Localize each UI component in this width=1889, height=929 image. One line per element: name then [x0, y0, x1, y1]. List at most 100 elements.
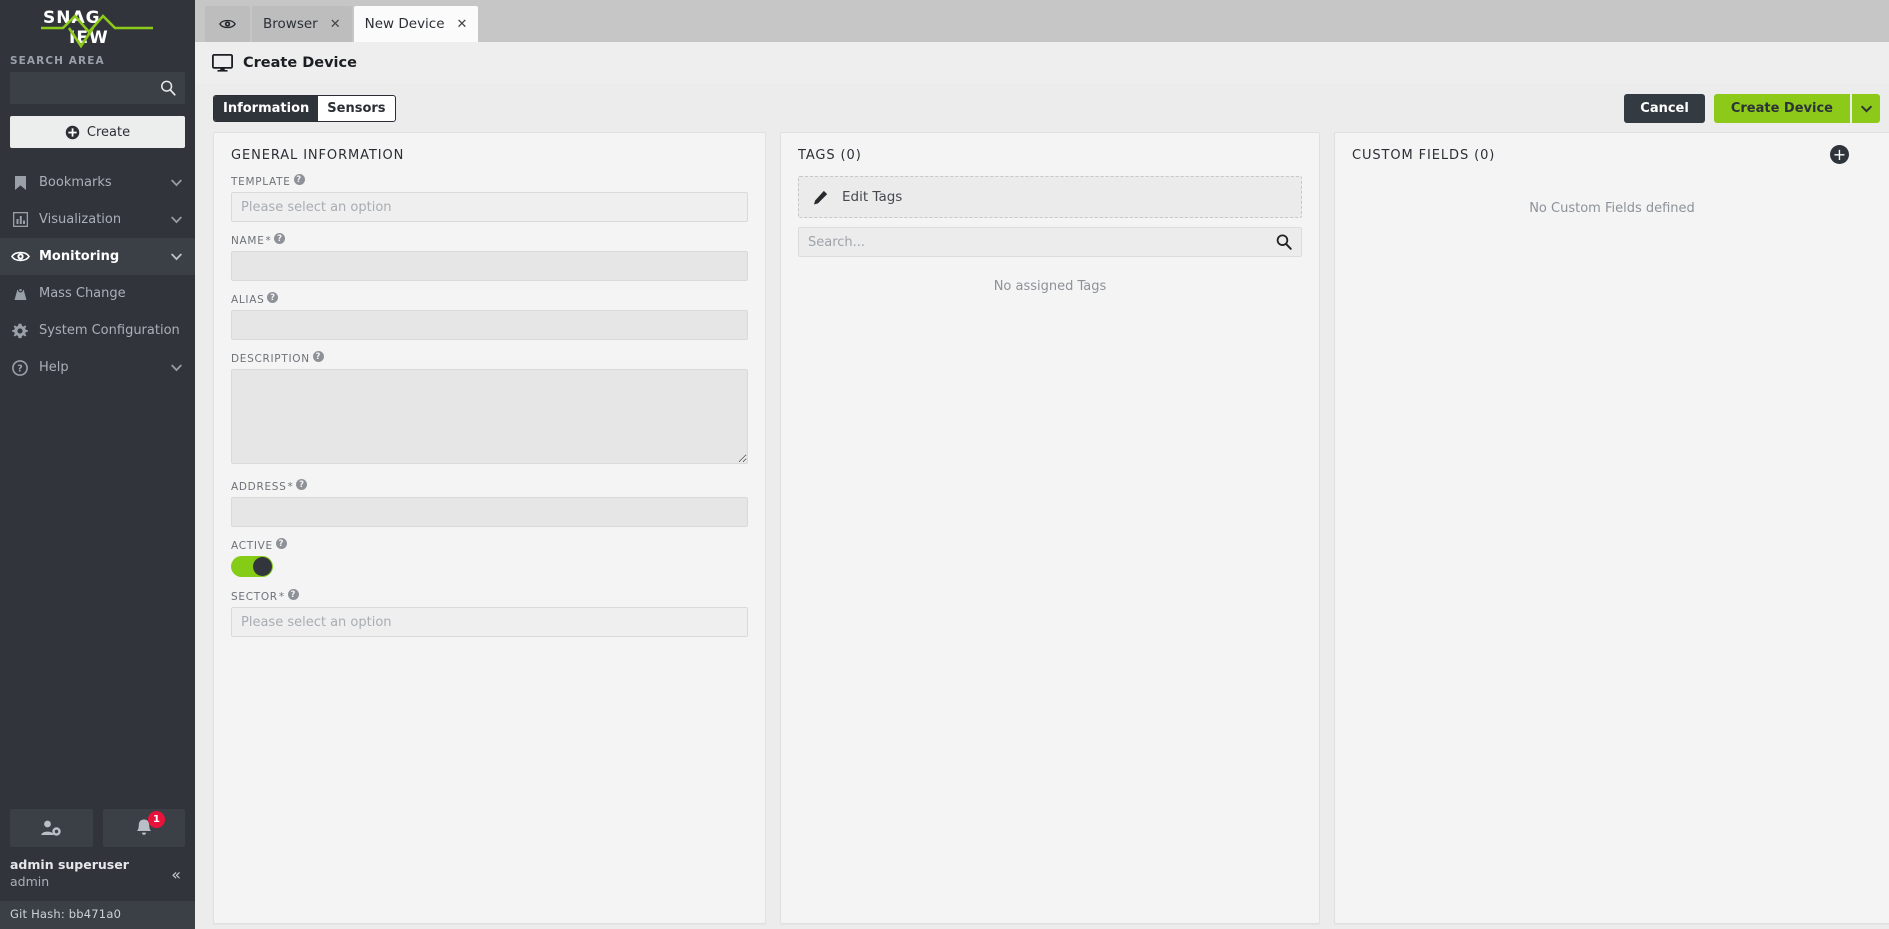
bookmark-icon	[10, 174, 30, 192]
eye-icon	[10, 248, 30, 266]
tag-search-input[interactable]	[798, 227, 1302, 257]
required-marker: *	[287, 481, 294, 493]
user-settings-button[interactable]	[10, 809, 93, 848]
tag-search	[798, 227, 1302, 257]
tags-panel: TAGS (0) Edit Tags No assigned Tags	[780, 132, 1320, 924]
tags-empty-message: No assigned Tags	[993, 279, 1107, 294]
address-input[interactable]	[231, 497, 748, 527]
chevron-down-icon[interactable]	[170, 213, 183, 226]
page-title: Create Device	[243, 55, 357, 71]
plus-circle-icon	[65, 125, 80, 139]
sidebar-item-system-configuration[interactable]: System Configuration	[0, 312, 195, 349]
view-tabs: Information Sensors	[213, 94, 396, 122]
help-icon[interactable]: ?	[296, 479, 308, 490]
cancel-button[interactable]: Cancel	[1624, 93, 1705, 123]
gear-icon	[10, 322, 30, 340]
chevron-down-icon	[1860, 105, 1872, 112]
alias-label: ALIAS ?	[231, 292, 748, 306]
help-icon[interactable]: ?	[312, 351, 324, 362]
search-icon[interactable]	[1275, 233, 1293, 251]
field-label-text: SECTOR	[231, 591, 278, 603]
template-label: TEMPLATE ?	[231, 174, 748, 188]
app-logo[interactable]: SNAG IEW	[0, 0, 195, 52]
alias-input[interactable]	[231, 310, 748, 340]
chevron-down-icon[interactable]	[170, 176, 183, 189]
tab-information[interactable]: Information	[214, 95, 319, 121]
field-label-text: TEMPLATE	[231, 176, 291, 188]
question-circle-icon: ?	[10, 359, 30, 377]
template-select[interactable]	[231, 192, 748, 222]
sector-select[interactable]	[231, 607, 748, 637]
custom-fields-header: CUSTOM FIELDS (0) +	[1352, 145, 1872, 176]
create-button[interactable]: Create	[10, 116, 185, 148]
edit-tags-button[interactable]: Edit Tags	[798, 176, 1302, 218]
git-hash: Git Hash: bb471a0	[0, 901, 195, 929]
sidebar-item-mass-change[interactable]: Mass Change	[0, 275, 195, 312]
help-icon[interactable]: ?	[293, 174, 305, 185]
field-label-text: ACTIVE	[231, 540, 273, 552]
notification-badge: 1	[148, 811, 165, 829]
tab-bar: Browser ✕ New Device ✕	[195, 0, 1889, 42]
create-device-dropdown-button[interactable]	[1852, 93, 1880, 123]
close-icon[interactable]: ✕	[330, 18, 341, 31]
name-label: NAME * ?	[231, 233, 748, 247]
snagview-logo-icon: SNAG IEW	[40, 8, 153, 49]
pencil-icon	[813, 190, 828, 205]
toggle-knob	[253, 557, 272, 576]
sidebar-item-bookmarks[interactable]: Bookmarks	[0, 164, 195, 201]
sidebar-nav: Bookmarks Visualization Monitoring Mass …	[0, 164, 195, 386]
tab-label: Browser	[263, 16, 318, 32]
help-icon[interactable]: ?	[275, 538, 287, 549]
field-label-text: ALIAS	[231, 294, 265, 306]
description-textarea[interactable]	[231, 369, 748, 464]
search-icon[interactable]	[159, 79, 177, 97]
field-label-text: DESCRIPTION	[231, 353, 310, 365]
eye-icon	[219, 19, 236, 29]
svg-text:?: ?	[17, 363, 23, 374]
main-area: Browser ✕ New Device ✕ Create Device Inf…	[195, 0, 1889, 929]
field-label-text: ADDRESS	[231, 481, 287, 493]
tab-browser[interactable]: Browser ✕	[252, 6, 352, 42]
description-label: DESCRIPTION ?	[231, 351, 748, 365]
sidebar-item-label: System Configuration	[39, 323, 180, 338]
sidebar-item-label: Visualization	[39, 212, 122, 227]
sidebar: SNAG IEW SEARCH AREA Create Bookmarks Vi…	[0, 0, 208, 929]
collapse-sidebar-button[interactable]: «	[171, 865, 185, 884]
notifications-button[interactable]: 1	[102, 809, 185, 848]
create-device-button[interactable]: Create Device	[1713, 93, 1850, 123]
help-icon[interactable]: ?	[287, 589, 299, 600]
search-input[interactable]	[10, 72, 208, 104]
sidebar-item-help[interactable]: ? Help	[0, 349, 195, 386]
help-icon[interactable]: ?	[274, 233, 286, 244]
custom-fields-panel: CUSTOM FIELDS (0) + No Custom Fields def…	[1334, 132, 1889, 924]
create-button-label: Create	[86, 124, 131, 140]
sidebar-item-monitoring[interactable]: Monitoring	[0, 238, 195, 275]
panel-title: GENERAL INFORMATION	[231, 148, 405, 163]
page-header: Create Device	[195, 42, 1889, 84]
create-device-split-button: Create Device	[1713, 93, 1880, 123]
custom-fields-empty-message: No Custom Fields defined	[1529, 201, 1695, 216]
search-area-box[interactable]	[10, 72, 208, 104]
sidebar-item-visualization[interactable]: Visualization	[0, 201, 195, 238]
active-label: ACTIVE ?	[231, 538, 748, 552]
tab-label: New Device	[364, 16, 445, 32]
chevron-down-icon[interactable]	[170, 361, 183, 374]
sidebar-item-label: Mass Change	[39, 286, 126, 301]
required-marker: *	[278, 591, 285, 603]
tab-sensors[interactable]: Sensors	[318, 96, 394, 121]
add-custom-field-button[interactable]: +	[1830, 145, 1849, 164]
close-icon[interactable]: ✕	[457, 18, 468, 31]
panel-title: TAGS (0)	[798, 148, 862, 163]
help-icon[interactable]: ?	[267, 292, 279, 303]
sidebar-item-label: Monitoring	[39, 249, 120, 264]
edit-tags-label: Edit Tags	[842, 189, 903, 205]
name-input[interactable]	[231, 251, 748, 281]
tab-new-device[interactable]: New Device ✕	[353, 6, 479, 42]
user-info: admin superuser admin «	[0, 855, 195, 901]
tab-overview-eye[interactable]	[205, 6, 250, 42]
chevron-down-icon[interactable]	[170, 250, 183, 263]
active-toggle[interactable]	[231, 556, 273, 577]
chart-icon	[10, 211, 30, 229]
user-gear-icon	[41, 820, 61, 836]
